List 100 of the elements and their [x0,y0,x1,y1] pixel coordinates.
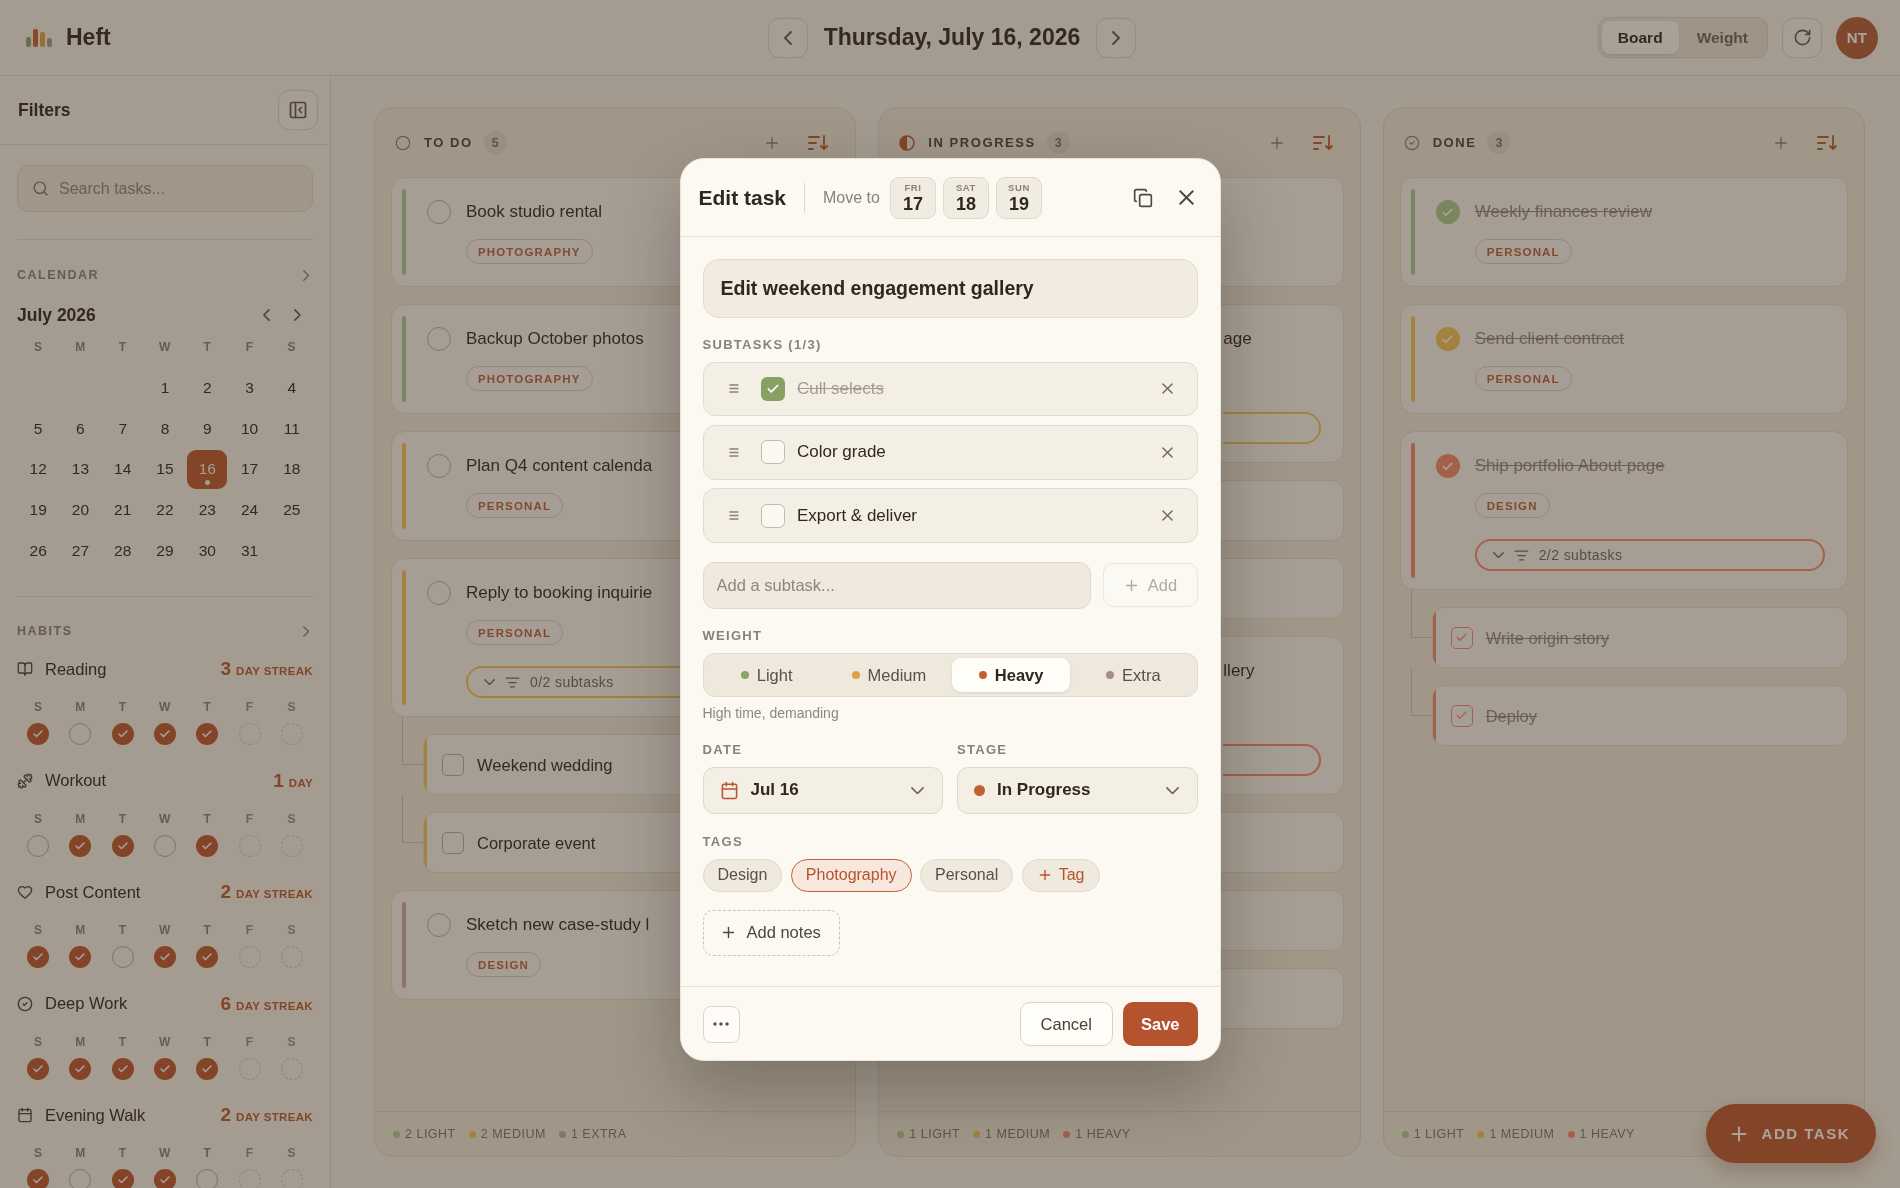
calendar-day[interactable]: 26 [18,531,59,571]
add-tag-button[interactable]: Tag [1021,858,1100,892]
more-options-button[interactable] [702,1005,740,1043]
x-icon[interactable] [1161,446,1173,458]
chevron-left-icon[interactable] [263,309,271,321]
view-tab[interactable]: Board [1601,21,1679,54]
tag-chip[interactable]: Photography [790,858,912,892]
calendar-day[interactable]: 13 [60,449,101,489]
calendar-day[interactable]: 8 [145,409,185,449]
habit-day-toggle[interactable] [27,1169,50,1188]
habit-day-toggle[interactable] [69,834,92,857]
chevron-right-icon[interactable] [302,269,309,281]
calendar-day[interactable]: 4 [271,368,312,408]
task-title-field[interactable]: Edit weekend engagement gallery [702,259,1198,318]
calendar-day[interactable]: 10 [229,409,270,449]
habit-day-toggle[interactable] [69,1057,92,1080]
calendar-day[interactable]: 1 [145,368,185,408]
tag-chip[interactable]: Design [702,858,783,892]
subtasks-toggle[interactable] [1223,412,1321,444]
habit-day-toggle[interactable] [154,1057,176,1080]
subtasks-toggle[interactable] [1223,744,1321,776]
search-field[interactable]: Search tasks... [17,165,313,212]
task-card[interactable]: Send client contract PERSONAL [1399,304,1848,414]
calendar-day[interactable]: 28 [102,531,143,571]
calendar-day[interactable]: 17 [229,449,270,489]
habit-day-toggle[interactable] [154,1169,176,1188]
sort-icon[interactable] [1312,134,1333,151]
subtask-checkbox[interactable] [1450,704,1473,727]
subtask-checkbox[interactable] [442,831,464,854]
habit-day-toggle[interactable] [111,1057,134,1080]
calendar-day[interactable]: 2 [187,368,228,408]
subtask-checkbox[interactable] [760,440,785,465]
subtask-checkbox[interactable] [442,753,464,776]
calendar-day[interactable]: 31 [229,531,270,571]
subtask-checkbox[interactable] [760,503,785,528]
subtask-checkbox[interactable] [760,376,785,401]
calendar-day[interactable]: 30 [187,531,228,571]
sort-icon[interactable] [808,134,829,151]
habit-day-toggle[interactable] [196,723,219,746]
habit-day-toggle[interactable] [154,723,176,746]
save-button[interactable]: Save [1122,1002,1198,1047]
habit-day-toggle[interactable] [27,946,50,969]
move-day-button[interactable]: SAT 18 [942,176,989,219]
previous-day-button[interactable] [767,17,808,58]
date-select[interactable]: Jul 16 [702,767,943,814]
move-day-button[interactable]: SUN 19 [995,176,1042,219]
move-day-button[interactable]: FRI 17 [889,176,936,219]
calendar-day[interactable]: 19 [18,490,59,530]
drag-handle-icon[interactable] [728,511,739,521]
refresh-button[interactable] [1782,17,1822,58]
habit-day-toggle[interactable] [69,946,92,969]
calendar-day[interactable]: 20 [60,490,101,530]
calendar-day[interactable]: 5 [18,409,59,449]
task-card[interactable]: Ship portfolio About page DESIGN 2/2 subtasks [1399,431,1848,590]
x-icon[interactable] [1161,383,1173,395]
habit-day-toggle[interactable] [27,723,50,746]
task-checkbox[interactable] [1435,327,1460,351]
habit-day-toggle[interactable] [111,1169,134,1188]
calendar-day[interactable]: 22 [145,490,185,530]
habit-day-toggle[interactable] [196,946,219,969]
habit-day-toggle[interactable] [154,946,176,969]
add-notes-button[interactable]: Add notes [702,909,840,957]
habit-day-toggle[interactable] [111,723,134,746]
stage-select[interactable]: In Progress [957,767,1198,814]
task-checkbox[interactable] [1435,454,1460,478]
task-checkbox[interactable] [1435,200,1460,224]
drag-handle-icon[interactable] [728,384,739,394]
next-day-button[interactable] [1096,17,1137,58]
calendar-day[interactable]: 15 [145,449,185,489]
calendar-day[interactable]: 11 [271,409,312,449]
copy-icon[interactable] [1132,187,1153,208]
sort-icon[interactable] [1817,134,1837,151]
calendar-day[interactable]: 3 [229,368,270,408]
task-card[interactable]: Weekly finances review PERSONAL [1399,177,1848,287]
calendar-day[interactable]: 12 [18,449,59,489]
habit-day-toggle[interactable] [27,1057,50,1080]
weight-option[interactable]: Heavy [952,658,1071,693]
tag-chip[interactable]: Personal [920,858,1014,892]
calendar-day[interactable]: 9 [187,409,228,449]
calendar-day[interactable]: 27 [60,531,101,571]
add-task-button[interactable]: ADD TASK [1705,1104,1876,1163]
drag-handle-icon[interactable] [728,447,739,457]
habit-day-toggle[interactable] [196,1057,219,1080]
calendar-day[interactable]: 18 [271,449,312,489]
calendar-day[interactable]: 23 [187,490,228,530]
chevron-right-icon[interactable] [294,309,301,321]
subtasks-toggle[interactable]: 2/2 subtasks [1474,539,1825,571]
calendar-day[interactable]: 14 [102,449,143,489]
cancel-button[interactable]: Cancel [1019,1002,1113,1047]
calendar-day[interactable]: 24 [229,490,270,530]
chevron-right-icon[interactable] [302,625,309,637]
calendar-day[interactable]: 16 [187,449,228,489]
calendar-day[interactable]: 6 [60,409,101,449]
collapse-sidebar-button[interactable] [278,90,318,130]
user-avatar[interactable]: NT [1836,16,1878,59]
calendar-day[interactable]: 21 [102,490,143,530]
calendar-day[interactable]: 25 [271,490,312,530]
close-icon[interactable] [1178,190,1194,205]
subtask-checkbox[interactable] [1450,626,1473,649]
calendar-day[interactable]: 7 [102,409,143,449]
